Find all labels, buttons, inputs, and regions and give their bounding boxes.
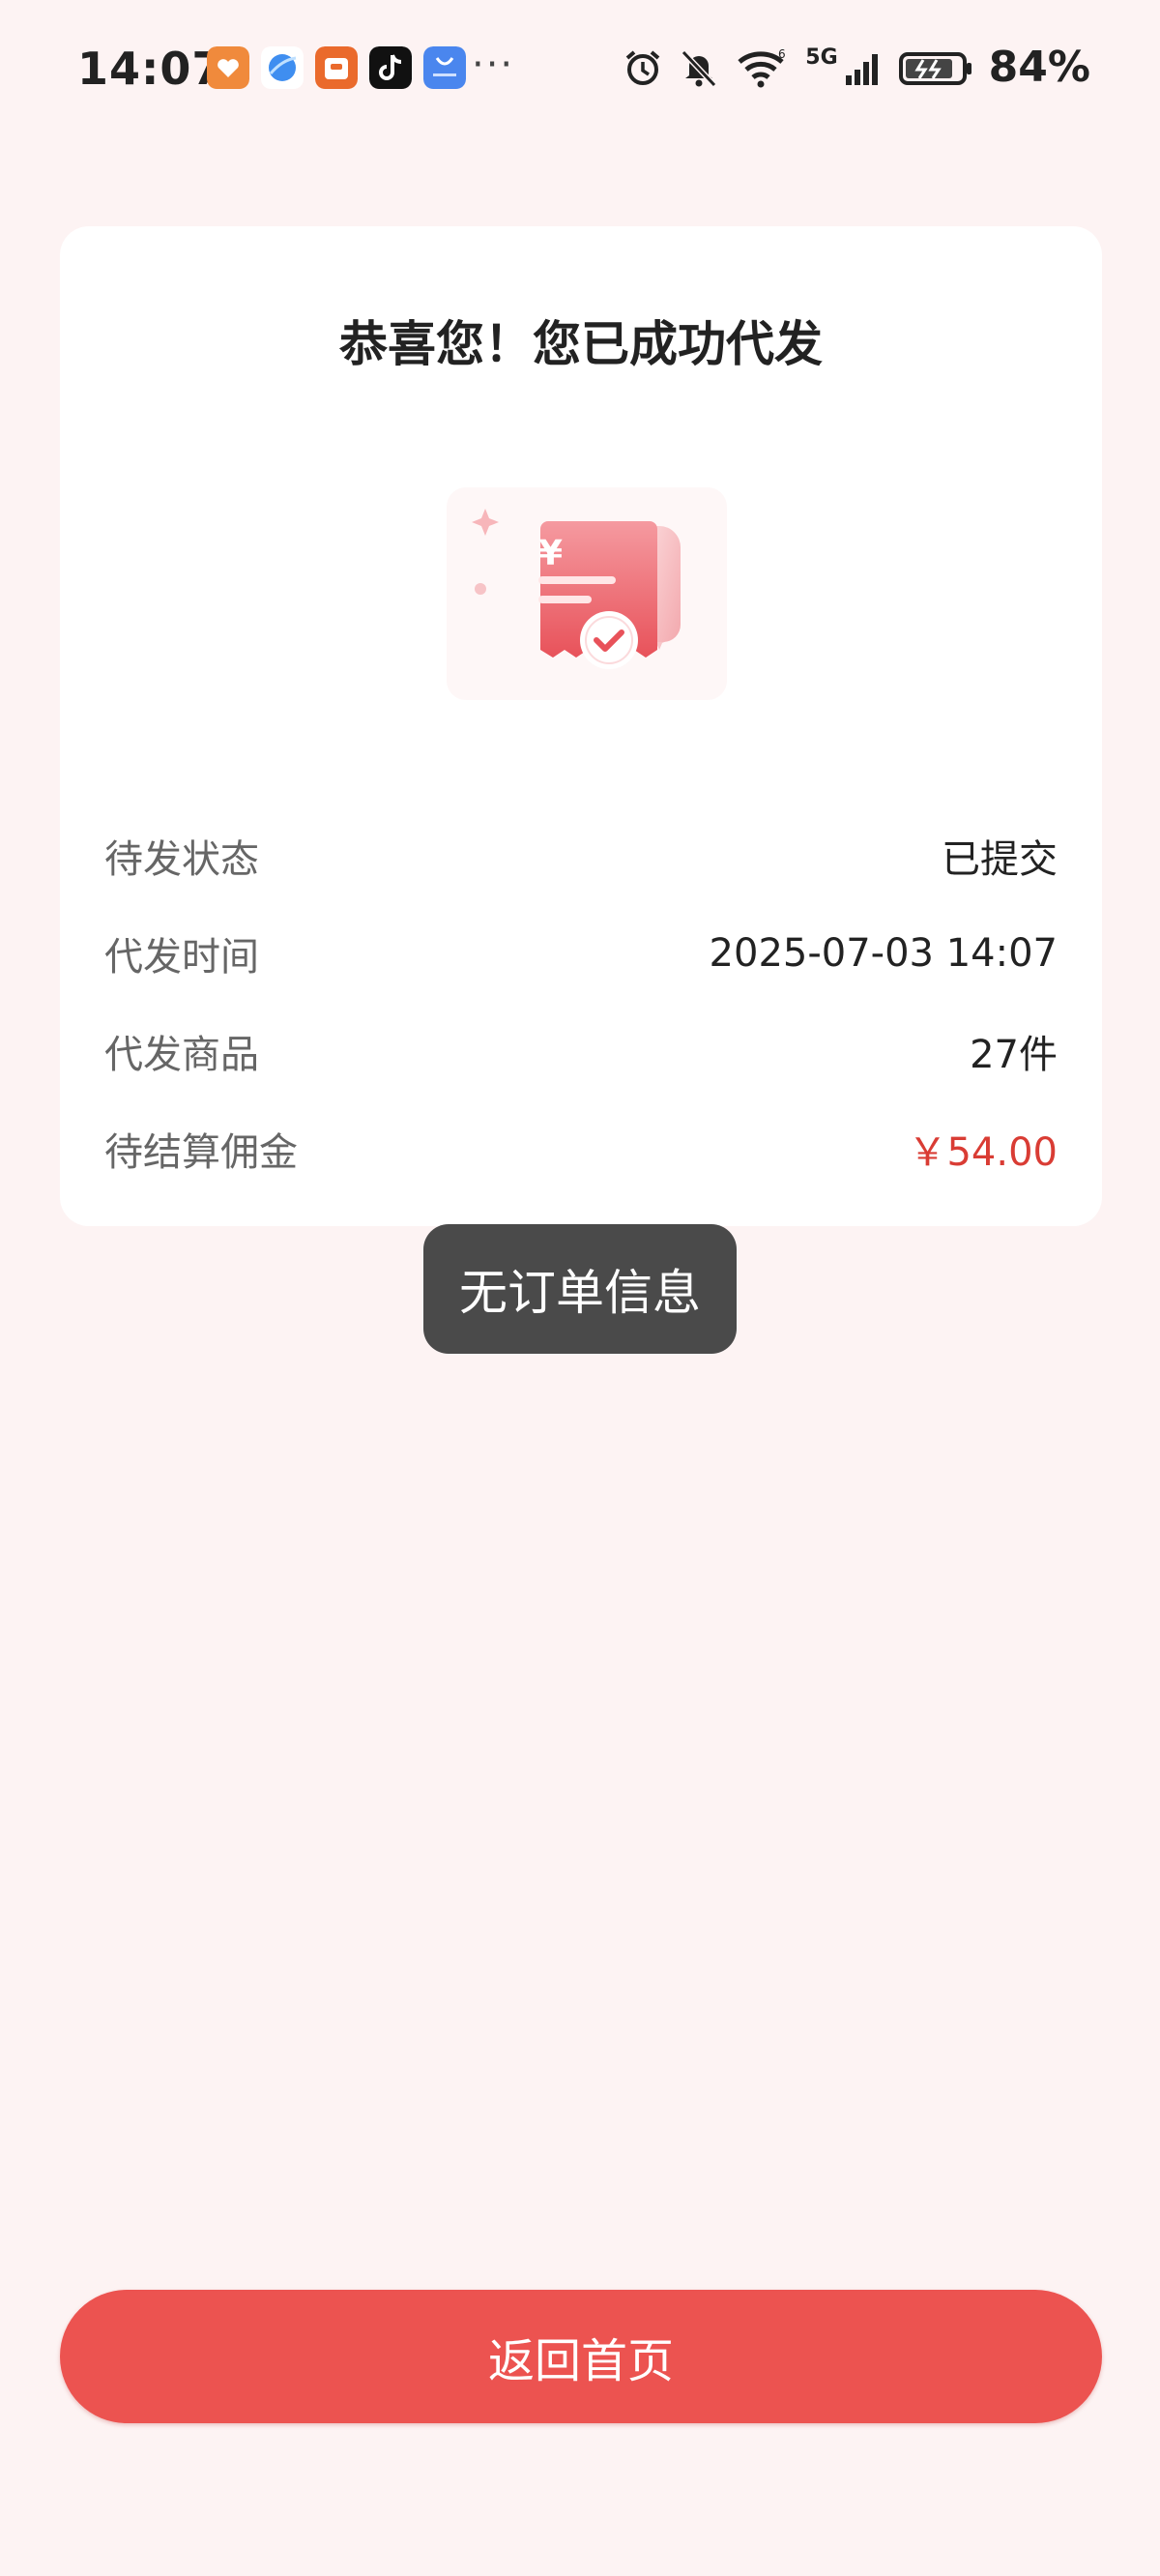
bell-muted-icon bbox=[682, 49, 717, 87]
battery-icon bbox=[898, 51, 972, 85]
status-label: 待发状态 bbox=[104, 836, 259, 882]
svg-text:¥: ¥ bbox=[538, 534, 563, 573]
alarm-icon bbox=[625, 49, 660, 85]
receipt-check-icon: ¥ bbox=[447, 487, 727, 700]
time-label: 代发时间 bbox=[104, 934, 259, 980]
status-time: 14:07 bbox=[77, 43, 224, 95]
shop-app-icon bbox=[315, 46, 358, 89]
info-row-time: 代发时间 2025-07-03 14:07 bbox=[104, 904, 1058, 1002]
info-row-items: 代发商品 27件 bbox=[104, 1002, 1058, 1099]
battery-percent: 84% bbox=[988, 43, 1090, 92]
toast-message: 无订单信息 bbox=[423, 1224, 737, 1354]
signal-icon bbox=[845, 53, 878, 85]
success-title: 恭喜您！您已成功代发 bbox=[339, 316, 823, 372]
status-bar: 14:07 ··· 6 5G 84% bbox=[0, 0, 1160, 145]
return-home-button[interactable]: 返回首页 bbox=[60, 2290, 1102, 2423]
commission-value: ￥54.00 bbox=[908, 1129, 1058, 1175]
status-value: 已提交 bbox=[942, 836, 1058, 882]
honor-store-icon bbox=[423, 46, 466, 89]
time-value: 2025-07-03 14:07 bbox=[709, 930, 1058, 976]
mini-program-heart-icon bbox=[207, 46, 249, 89]
order-info-list: 待发状态 已提交 代发时间 2025-07-03 14:07 代发商品 27件 … bbox=[104, 806, 1058, 1197]
wifi-icon: 6 bbox=[738, 47, 786, 87]
info-row-status: 待发状态 已提交 bbox=[104, 806, 1058, 904]
browser-icon bbox=[261, 46, 304, 89]
notification-icons bbox=[207, 46, 466, 89]
svg-text:6: 6 bbox=[778, 47, 786, 61]
network-type-label: 5G bbox=[805, 45, 838, 70]
items-label: 代发商品 bbox=[104, 1032, 259, 1077]
items-value: 27件 bbox=[970, 1032, 1058, 1077]
system-icons: 6 5G 84% bbox=[622, 43, 1090, 92]
more-notifications-icon: ··· bbox=[472, 43, 515, 87]
info-row-commission: 待结算佣金 ￥54.00 bbox=[104, 1099, 1058, 1197]
tiktok-icon bbox=[369, 46, 412, 89]
commission-label: 待结算佣金 bbox=[104, 1129, 298, 1175]
result-card: 恭喜您！您已成功代发 ¥ 待发状态 已提交 代发时间 2025-07-03 14… bbox=[60, 226, 1102, 1226]
